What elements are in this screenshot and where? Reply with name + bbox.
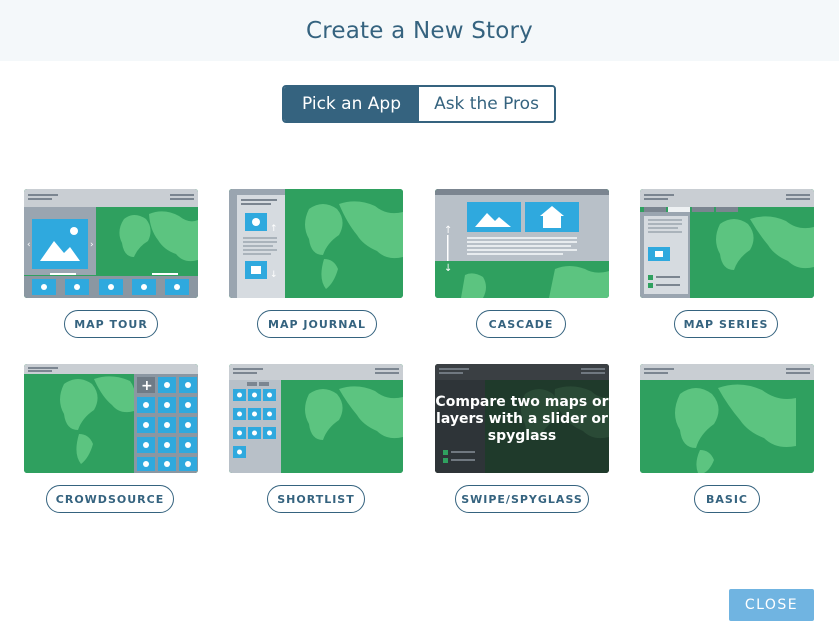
tab-switcher: Pick an App Ask the Pros xyxy=(282,85,556,123)
map-journal-thumbnail[interactable]: ↑ ↓ xyxy=(229,189,403,298)
map-tour-thumbnail[interactable]: ‹ › xyxy=(24,189,198,298)
map-tour-button[interactable]: MAP TOUR xyxy=(64,310,158,338)
svg-text:↓: ↓ xyxy=(444,263,452,274)
map-series-thumbnail[interactable] xyxy=(640,189,814,298)
shortlist-illustration xyxy=(229,364,403,473)
svg-text:+: + xyxy=(141,378,153,394)
shortlist-button[interactable]: SHORTLIST xyxy=(267,485,365,513)
swipe-spyglass-thumbnail[interactable]: Compare two maps or layers with a slider… xyxy=(435,364,609,473)
svg-text:›: › xyxy=(90,240,94,250)
map-series-illustration xyxy=(640,189,814,298)
basic-illustration xyxy=(640,364,814,473)
dialog-header: Create a New Story xyxy=(0,0,839,61)
cascade-thumbnail[interactable]: ↑ ↓ xyxy=(435,189,609,298)
basic-button[interactable]: BASIC xyxy=(694,485,760,513)
svg-text:↓: ↓ xyxy=(270,270,278,280)
swipe-spyglass-description: Compare two maps or layers with a slider… xyxy=(435,394,609,444)
crowdsource-button[interactable]: CROWDSOURCE xyxy=(46,485,174,513)
map-journal-illustration: ↑ ↓ xyxy=(229,189,403,298)
tab-ask-the-pros[interactable]: Ask the Pros xyxy=(419,87,554,121)
map-series-button[interactable]: MAP SERIES xyxy=(674,310,778,338)
cascade-illustration: ↑ ↓ xyxy=(435,189,609,298)
svg-text:↑: ↑ xyxy=(444,225,452,236)
map-tour-illustration: ‹ › xyxy=(24,189,198,298)
svg-text:↑: ↑ xyxy=(270,224,278,234)
dialog-title: Create a New Story xyxy=(306,17,533,44)
close-button[interactable]: CLOSE xyxy=(729,589,814,621)
swipe-spyglass-button[interactable]: SWIPE/SPYGLASS xyxy=(455,485,589,513)
cascade-button[interactable]: CASCADE xyxy=(476,310,566,338)
tab-pick-an-app[interactable]: Pick an App xyxy=(284,87,419,121)
map-journal-button[interactable]: MAP JOURNAL xyxy=(257,310,377,338)
svg-text:‹: ‹ xyxy=(27,240,31,250)
crowdsource-illustration: + xyxy=(24,364,198,473)
crowdsource-thumbnail[interactable]: + xyxy=(24,364,198,473)
shortlist-thumbnail[interactable] xyxy=(229,364,403,473)
basic-thumbnail[interactable] xyxy=(640,364,814,473)
